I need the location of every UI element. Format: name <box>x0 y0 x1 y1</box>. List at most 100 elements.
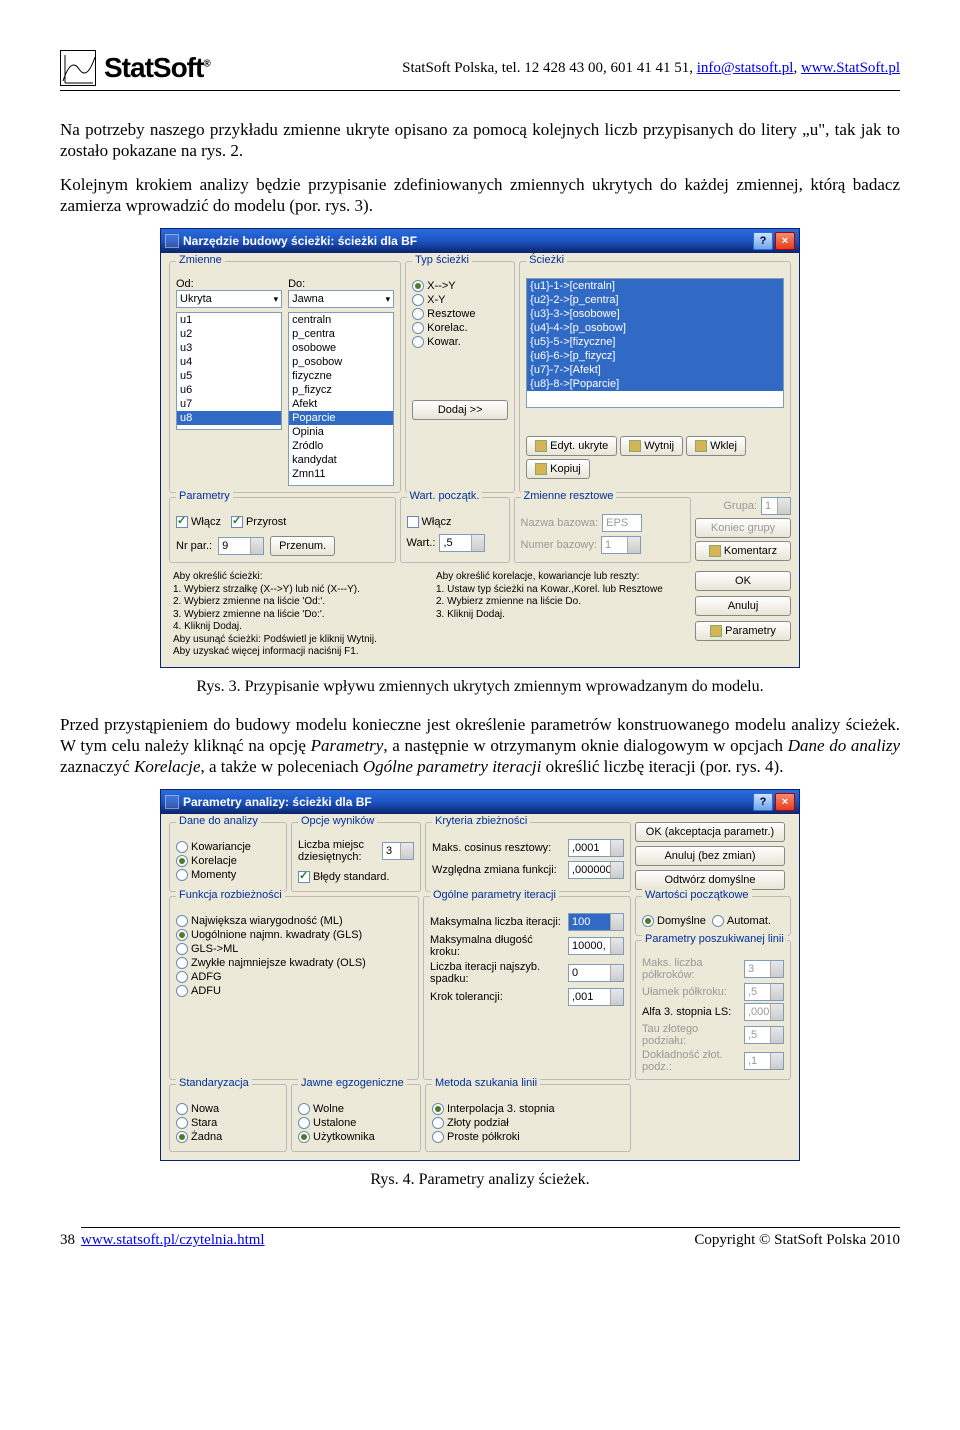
ok-accept-button[interactable]: OK (akceptacja parametr.) <box>635 822 785 842</box>
brand-name: StatSoft® <box>104 52 210 84</box>
spin-maxiter[interactable]: 100 <box>568 913 624 931</box>
label-grupa: Grupa: <box>723 500 757 512</box>
edyt-ukryte-button[interactable]: Edyt. ukryte <box>526 436 617 456</box>
check-przyrost[interactable]: Przyrost <box>231 516 286 528</box>
paragraph-3: Przed przystąpieniem do budowy modelu ko… <box>60 714 900 778</box>
label-do: Do: <box>288 278 394 290</box>
ok-button[interactable]: OK <box>695 571 791 591</box>
label-liczbaiter: Liczba iteracji najszyb. spadku: <box>430 961 564 985</box>
wytnij-button[interactable]: Wytnij <box>620 436 683 456</box>
radio-kowariancje[interactable]: Kowariancje <box>176 841 280 853</box>
close-button[interactable]: × <box>775 793 795 811</box>
radio-interp[interactable]: Interpolacja 3. stopnia <box>432 1103 624 1115</box>
spin-maks[interactable]: ,0001 <box>568 839 624 857</box>
paragraph-1: Na potrzeby naszego przykładu zmienne uk… <box>60 119 900 162</box>
check-wlacz2[interactable]: Włącz <box>407 516 503 528</box>
radio-proste[interactable]: Proste półkroki <box>432 1131 624 1143</box>
label-maks-cos: Maks. cosinus resztowy: <box>432 842 564 854</box>
spin-liczba[interactable]: 3 <box>382 842 414 860</box>
radio-adfg[interactable]: ADFG <box>176 971 412 983</box>
caption-rys3: Rys. 3. Przypisanie wpływu zmiennych ukr… <box>60 678 900 696</box>
group-param: Parametry <box>176 490 233 502</box>
radio-momenty[interactable]: Momenty <box>176 869 280 881</box>
group-zmienne: Zmienne <box>176 254 225 266</box>
dropdown-do[interactable]: Jawna <box>288 290 394 308</box>
check-bledy[interactable]: Błędy standard. <box>298 871 414 883</box>
close-button[interactable]: × <box>775 232 795 250</box>
parametry-button[interactable]: Parametry <box>695 621 791 641</box>
radio-nowa[interactable]: Nowa <box>176 1103 280 1115</box>
radio-ustalone[interactable]: Ustalone <box>298 1117 414 1129</box>
hint-left: Aby określić ścieżki: 1. Wybierz strzałk… <box>167 569 430 661</box>
radio-ols[interactable]: Zwykłe najmniejsze kwadraty (OLS) <box>176 957 412 969</box>
kopiuj-button[interactable]: Kopiuj <box>526 459 590 479</box>
listbox-sciezki[interactable]: {u1}-1->[centraln] {u2}-2->[p_centra] {u… <box>526 278 784 408</box>
footer-copyright: Copyright © StatSoft Polska 2010 <box>694 1232 900 1249</box>
spin-numer: 1 <box>601 536 641 554</box>
radio-automat[interactable]: Automat. <box>712 915 771 927</box>
titlebar[interactable]: Narzędzie budowy ścieżki: ścieżki dla BF… <box>161 229 799 253</box>
anuluj-button[interactable]: Anuluj (bez zmian) <box>635 846 785 866</box>
label-liczba-miejsc: Liczba miejsc dziesiętnych: <box>298 839 378 863</box>
wklej-button[interactable]: Wklej <box>686 436 746 456</box>
titlebar-2[interactable]: Parametry analizy: ścieżki dla BF ? × <box>161 790 799 814</box>
radio-glsml[interactable]: GLS->ML <box>176 943 412 955</box>
dodaj-button[interactable]: Dodaj >> <box>412 400 508 420</box>
spin-wzgl[interactable]: ,000000 <box>568 861 624 879</box>
email-link[interactable]: info@statsoft.pl <box>697 60 794 76</box>
przenum-button[interactable]: Przenum. <box>270 536 335 556</box>
help-button[interactable]: ? <box>753 793 773 811</box>
group-wartp: Wartości początkowe <box>642 889 752 901</box>
site-link[interactable]: www.StatSoft.pl <box>801 60 900 76</box>
group-reszt: Zmienne resztowe <box>521 490 617 502</box>
odtworz-button[interactable]: Odtwórz domyślne <box>635 870 785 890</box>
radio-uzytkownika[interactable]: Użytkownika <box>298 1131 414 1143</box>
spin-nrpar[interactable]: 9 <box>218 537 264 555</box>
group-parlini: Parametry poszukiwanej linii <box>642 933 787 945</box>
label-makspol: Maks. liczba półkroków: <box>642 957 741 981</box>
label-od: Od: <box>176 278 282 290</box>
spin-ulam: ,5 <box>744 983 784 1001</box>
komentarz-button[interactable]: Komentarz <box>695 541 791 561</box>
spin-liczbaiter[interactable]: 0 <box>568 964 624 982</box>
page-number: 38 <box>60 1232 75 1249</box>
listbox-od[interactable]: u1 u2 u3 u4 u5 u6 u7 u8 <box>176 312 282 430</box>
radio-xy[interactable]: X-Y <box>412 294 508 306</box>
pencil-icon <box>535 440 547 452</box>
anuluj-button[interactable]: Anuluj <box>695 596 791 616</box>
copy-icon <box>535 463 547 475</box>
label-dokl: Dokładność złot. podz.: <box>642 1049 741 1073</box>
radio-xy-arrow[interactable]: X-->Y <box>412 280 508 292</box>
group-metoda: Metoda szukania linii <box>432 1077 540 1089</box>
group-kryteria: Kryteria zbieżności <box>432 815 530 827</box>
footer-url[interactable]: www.statsoft.pl/czytelnia.html <box>81 1232 265 1249</box>
radio-korelac[interactable]: Korelac. <box>412 322 508 334</box>
radio-zloty[interactable]: Złoty podział <box>432 1117 624 1129</box>
input-nazwa: EPS <box>602 514 642 532</box>
radio-stara[interactable]: Stara <box>176 1117 280 1129</box>
radio-wolne[interactable]: Wolne <box>298 1103 414 1115</box>
spin-maxkrok[interactable]: 10000, <box>568 937 624 955</box>
radio-kowar[interactable]: Kowar. <box>412 336 508 348</box>
scissors-icon <box>629 440 641 452</box>
radio-ml[interactable]: Największa wiarygodność (ML) <box>176 915 412 927</box>
label-alfa: Alfa 3. stopnia LS: <box>642 1006 741 1018</box>
paste-icon <box>695 440 707 452</box>
listbox-do[interactable]: centraln p_centra osobowe p_osobow fizyc… <box>288 312 394 486</box>
radio-domyslne[interactable]: Domyślne <box>642 915 706 927</box>
spin-kroktol[interactable]: ,001 <box>568 988 624 1006</box>
group-funkcja: Funkcja rozbieżności <box>176 889 285 901</box>
spin-dokl: ,1 <box>744 1052 784 1070</box>
radio-zadna[interactable]: Żadna <box>176 1131 280 1143</box>
dropdown-od[interactable]: Ukryta <box>176 290 282 308</box>
radio-gls[interactable]: Uogólnione najmn. kwadraty (GLS) <box>176 929 412 941</box>
radio-adfu[interactable]: ADFU <box>176 985 412 997</box>
radio-resztowe[interactable]: Resztowe <box>412 308 508 320</box>
check-wlacz[interactable]: Włącz <box>176 516 221 528</box>
help-button[interactable]: ? <box>753 232 773 250</box>
label-kroktol: Krok tolerancji: <box>430 991 564 1003</box>
radio-korelacje[interactable]: Korelacje <box>176 855 280 867</box>
spin-alfa[interactable]: ,0001 <box>744 1003 784 1021</box>
spin-wart[interactable]: ,5 <box>439 534 485 552</box>
label-maxkrok: Maksymalna długość kroku: <box>430 934 564 958</box>
